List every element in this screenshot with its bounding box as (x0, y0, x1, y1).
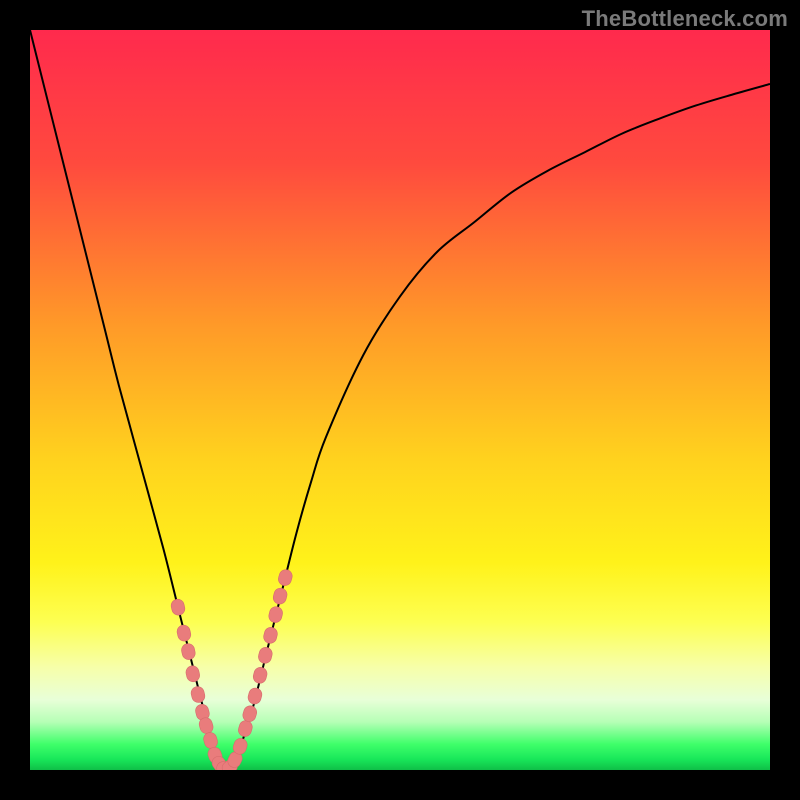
chart-svg (30, 30, 770, 770)
gradient-background (30, 30, 770, 770)
watermark-text: TheBottleneck.com (582, 6, 788, 32)
outer-frame: TheBottleneck.com (0, 0, 800, 800)
plot-area (30, 30, 770, 770)
